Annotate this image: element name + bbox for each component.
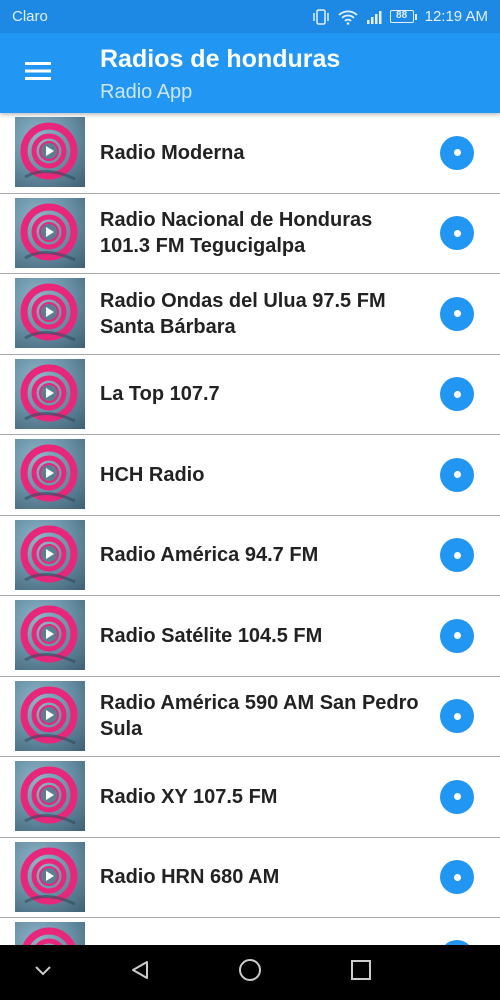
station-name: Radio XY 107.5 FM [100,785,278,808]
station-logo [15,358,85,429]
play-button[interactable] [440,296,474,331]
wifi-icon [337,9,358,25]
station-row[interactable]: Radio XY 107.5 FM [0,757,500,838]
station-row[interactable]: Radio América 590 AM San Pedro Sula [0,677,500,757]
play-dot-icon [453,310,461,318]
station-name: Radio América 590 AM San Pedro Sula [100,692,419,741]
station-row[interactable]: Radio Nacional de Honduras 101.3 FM Tegu… [0,194,500,274]
play-dot-icon [453,471,461,479]
station-logo [15,117,85,187]
nav-recent-button[interactable] [348,959,374,985]
play-button[interactable] [440,860,474,895]
station-logo [15,922,85,945]
station-row[interactable]: Radio Satélite 104.5 FM [0,596,500,677]
status-icons: 88 12:19 AM [312,8,488,25]
station-row[interactable]: HCH Radio [0,435,500,516]
station-logo [15,841,85,912]
navigation-bar [0,945,500,1000]
nav-back-button[interactable] [127,959,153,985]
play-button[interactable] [440,618,474,653]
battery-level: 88 [389,10,414,23]
play-dot-icon [453,632,461,640]
app-bar: Radios de honduras Radio App [0,33,500,113]
menu-button[interactable] [18,55,58,91]
app-subtitle: Radio App [100,81,193,103]
play-button[interactable] [440,457,474,492]
play-dot-icon [453,229,461,237]
play-button[interactable] [440,538,474,573]
station-row[interactable]: Radio Ondas del Ulua 97.5 FM Santa Bárba… [0,274,500,355]
play-dot-icon [453,390,461,398]
play-dot-icon [453,149,461,157]
station-logo [15,600,85,670]
station-row-partial[interactable] [0,918,500,945]
battery-icon: 88 [389,10,417,23]
station-name: Radio HRN 680 AM [100,866,280,889]
status-bar: Claro 88 12:19 AM [0,0,500,33]
station-logo [15,439,85,509]
nav-hide-button[interactable] [30,959,56,985]
station-logo [15,278,85,348]
station-name: HCH Radio [100,463,205,486]
station-logo [15,197,85,268]
signal-icon [366,10,382,24]
station-list[interactable]: Radio Moderna Radio Nacional de Honduras … [0,113,500,945]
station-name: Radio Ondas del Ulua 97.5 FM Santa Bárba… [100,289,386,338]
play-button[interactable] [440,135,474,170]
play-button[interactable] [440,779,474,814]
back-triangle-icon [129,959,151,986]
station-name: Radio Satélite 104.5 FM [100,624,323,647]
play-dot-icon [453,793,461,801]
chevron-down-icon [33,963,53,982]
play-button[interactable] [440,216,474,251]
station-row[interactable]: La Top 107.7 [0,355,500,435]
play-button[interactable] [440,699,474,734]
nav-home-button[interactable] [237,958,263,987]
station-logo [15,761,85,831]
station-name: Radio América 94.7 FM [100,544,319,567]
play-dot-icon [453,551,461,559]
station-name: La Top 107.7 [100,383,220,406]
station-name: Radio Nacional de Honduras 101.3 FM Tegu… [100,209,373,258]
hamburger-menu-icon [25,61,51,86]
play-button[interactable] [440,377,474,412]
station-row[interactable]: Radio América 94.7 FM [0,516,500,596]
home-circle-icon [238,958,262,987]
recent-square-icon [350,959,372,986]
vibrate-icon [312,8,330,25]
app-title: Radios de honduras [100,45,341,73]
station-name: Radio Moderna [100,141,245,164]
station-logo [15,519,85,590]
clock: 12:19 AM [424,8,488,25]
station-row[interactable]: Radio HRN 680 AM [0,838,500,918]
station-row[interactable]: Radio Moderna [0,113,500,194]
play-dot-icon [453,873,461,881]
station-logo [15,680,85,751]
play-dot-icon [453,712,461,720]
carrier-label: Claro [12,8,48,25]
